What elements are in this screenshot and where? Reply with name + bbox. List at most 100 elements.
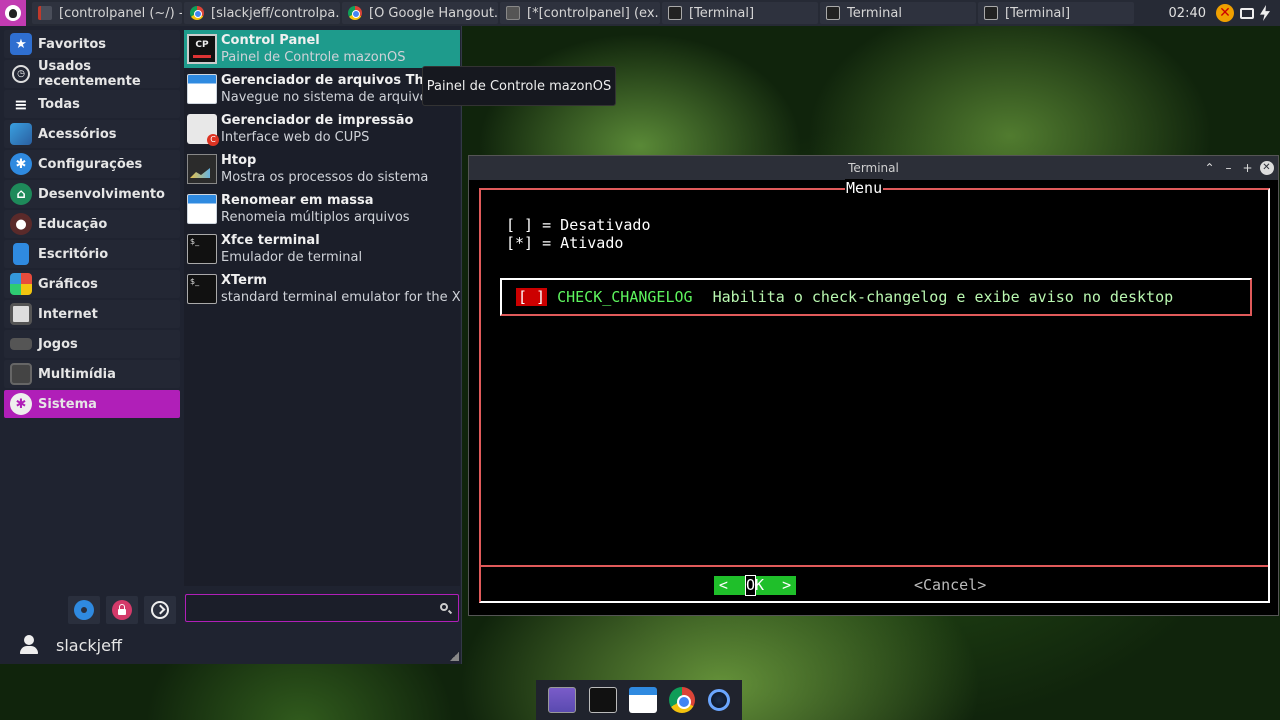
chrome-icon: [348, 6, 362, 20]
system-icon: ✱: [10, 393, 32, 415]
task-button[interactable]: [*[controlpanel] (ex...: [500, 2, 660, 24]
cancel-button[interactable]: <Cancel>: [914, 576, 986, 595]
ok-label-rest: K >: [755, 576, 792, 594]
app-desc: Interface web do CUPS: [221, 129, 370, 145]
notification-x-icon[interactable]: ✕: [1216, 4, 1234, 22]
app-desc: Painel de Controle mazonOS: [221, 49, 406, 65]
dialog-box: Menu [ ] = Desativado [*] = Ativado [ ] …: [479, 179, 1270, 603]
category-graficos[interactable]: Gráficos: [4, 270, 180, 298]
ok-hotkey: O: [744, 575, 757, 596]
category-label: Educação: [38, 216, 108, 232]
category-escritorio[interactable]: Escritório: [4, 240, 180, 268]
checklist-item[interactable]: [ ] CHECK_CHANGELOG Habilita o check-cha…: [516, 288, 1173, 306]
item-name: CHECK_CHANGELOG: [557, 288, 693, 306]
games-icon: [10, 338, 32, 350]
minimize-button[interactable]: –: [1220, 159, 1237, 176]
task-label: [slackjeff/controlpa...: [211, 5, 340, 21]
task-button[interactable]: [Terminal]: [662, 2, 818, 24]
app-finder-icon[interactable]: [707, 689, 730, 711]
clock-icon: ◷: [12, 65, 30, 83]
task-button[interactable]: [O Google Hangout...: [342, 2, 498, 24]
task-button[interactable]: [Terminal]: [978, 2, 1134, 24]
tooltip: Painel de Controle mazonOS: [422, 66, 616, 106]
category-label: Internet: [38, 306, 98, 322]
logout-button[interactable]: [144, 596, 176, 624]
settings-button[interactable]: [68, 596, 100, 624]
category-recent[interactable]: ◷ Usados recentemente: [4, 59, 180, 89]
category-label: Usados recentemente: [38, 59, 141, 89]
htop-icon: [187, 154, 217, 184]
category-todas[interactable]: ≡ Todas: [4, 90, 180, 118]
ok-button[interactable]: < OK >: [714, 575, 796, 596]
search-input[interactable]: [185, 594, 459, 622]
terminal-window: Terminal ⌃ – + ✕ Menu [ ] = Desativado […: [468, 155, 1279, 616]
app-item-xfce-terminal[interactable]: $_ Xfce terminal Emulador de terminal: [184, 230, 460, 268]
folder-icon: [187, 74, 217, 104]
editor-icon: [38, 6, 52, 20]
internet-icon: [10, 303, 32, 325]
category-sistema[interactable]: ✱ Sistema: [4, 390, 180, 418]
show-desktop-icon[interactable]: [548, 687, 577, 713]
close-icon: ✕: [1259, 160, 1274, 175]
window-titlebar[interactable]: Terminal ⌃ – + ✕: [469, 156, 1278, 180]
system-tray: 02:40 ✕: [1169, 4, 1280, 22]
task-button[interactable]: Terminal: [820, 2, 976, 24]
task-button[interactable]: [controlpanel (~/) - ...: [32, 2, 182, 24]
window-menu-button[interactable]: ⌃: [1201, 159, 1218, 176]
dialog-title: Menu: [845, 179, 884, 197]
app-item-thunar[interactable]: Gerenciador de arquivos Thunar Navegue n…: [184, 70, 460, 108]
chrome-icon[interactable]: [669, 687, 696, 713]
category-label: Escritório: [38, 246, 109, 262]
category-acessorios[interactable]: Acessórios: [4, 120, 180, 148]
username: slackjeff: [56, 635, 122, 655]
ok-bracket-left: <: [718, 576, 746, 594]
folder-icon: [187, 194, 217, 224]
terminal-content[interactable]: Menu [ ] = Desativado [*] = Ativado [ ] …: [469, 179, 1278, 615]
category-desenvolvimento[interactable]: ⌂ Desenvolvimento: [4, 180, 180, 208]
terminal-icon[interactable]: [588, 687, 617, 713]
item-checkbox[interactable]: [ ]: [516, 288, 548, 306]
category-internet[interactable]: Internet: [4, 300, 180, 328]
file-manager-icon[interactable]: [628, 687, 657, 713]
dock: [536, 680, 742, 720]
dialog-separator: [481, 565, 1268, 567]
distro-logo-icon: [5, 5, 21, 21]
category-configuracoes[interactable]: ✱ Configurações: [4, 150, 180, 178]
gear-icon: [74, 600, 94, 620]
list-icon: ≡: [14, 94, 28, 114]
multimedia-icon: [10, 363, 32, 385]
app-item-bulk-rename[interactable]: Renomear em massa Renomeia múltiplos arq…: [184, 190, 460, 228]
item-description: Habilita o check-changelog e exibe aviso…: [712, 288, 1174, 306]
logout-icon: [151, 601, 169, 619]
category-multimidia[interactable]: Multimídia: [4, 360, 180, 388]
terminal-icon: [826, 6, 840, 20]
app-item-control-panel[interactable]: CP Control Panel Painel de Controle mazo…: [184, 30, 460, 68]
task-list: [controlpanel (~/) - ... [slackjeff/cont…: [32, 0, 1136, 26]
settings-icon: ✱: [10, 153, 32, 175]
lock-screen-button[interactable]: [106, 596, 138, 624]
category-educacao[interactable]: ● Educação: [4, 210, 180, 238]
app-item-htop[interactable]: Htop Mostra os processos do sistema: [184, 150, 460, 188]
task-button[interactable]: [slackjeff/controlpa...: [184, 2, 340, 24]
close-button[interactable]: ✕: [1258, 159, 1275, 176]
message-icon[interactable]: [1240, 7, 1254, 19]
resize-grip-icon[interactable]: [450, 652, 459, 661]
top-panel: [controlpanel (~/) - ... [slackjeff/cont…: [0, 0, 1280, 26]
category-label: Sistema: [38, 396, 97, 412]
clock[interactable]: 02:40: [1169, 6, 1206, 21]
category-jogos[interactable]: Jogos: [4, 330, 180, 358]
app-item-printer[interactable]: Gerenciador de impressão Interface web d…: [184, 110, 460, 148]
user-account[interactable]: slackjeff: [18, 634, 122, 656]
app-item-xterm[interactable]: $_ XTerm standard terminal emulator for …: [184, 270, 460, 308]
editor-icon: [506, 6, 520, 20]
app-desc: standard terminal emulator for the X ...: [221, 289, 460, 305]
education-icon: ●: [10, 213, 32, 235]
category-label: Jogos: [38, 336, 78, 352]
category-favoritos[interactable]: ★ Favoritos: [4, 30, 180, 58]
power-icon[interactable]: [1260, 5, 1270, 21]
task-label: Terminal: [847, 5, 902, 21]
applications-menu-button[interactable]: [0, 0, 26, 26]
app-title: Gerenciador de impressão: [221, 112, 414, 128]
maximize-button[interactable]: +: [1239, 159, 1256, 176]
category-label: Acessórios: [38, 126, 117, 142]
